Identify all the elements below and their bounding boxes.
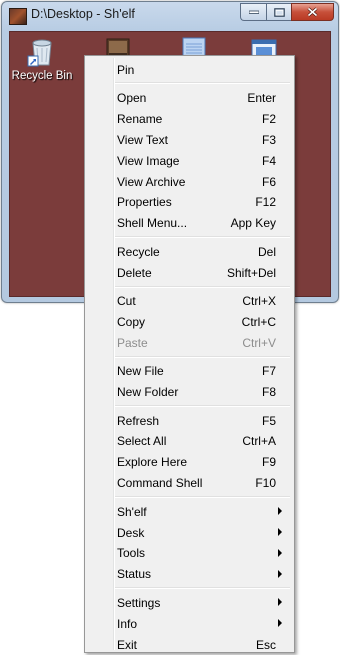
menu-item-rename[interactable]: Rename F2 (87, 108, 292, 129)
menu-item-shell-menu[interactable]: Shell Menu... App Key (87, 213, 292, 234)
submenu-arrow-icon (278, 598, 282, 607)
menu-item-new-file[interactable]: New File F7 (87, 361, 292, 382)
submenu-arrow-icon (278, 569, 282, 578)
title-bar[interactable]: D:\Desktop - Sh'elf (2, 2, 338, 28)
menu-item-shortcut: F4 (261, 153, 276, 168)
menu-item-label: View Image (117, 153, 180, 168)
menu-item-label: Cut (117, 294, 136, 308)
app-icon[interactable] (9, 8, 27, 25)
menu-item-properties[interactable]: Properties F12 (87, 192, 292, 213)
menu-item-shortcut: Ctrl+C (241, 314, 276, 329)
submenu-arrow-icon (278, 548, 282, 557)
menu-item-shortcut: F3 (261, 132, 276, 147)
menu-separator (115, 82, 290, 85)
menu-item-tools[interactable]: Tools (87, 543, 292, 564)
menu-item-label: Copy (117, 314, 146, 329)
menu-item-label: Desk (117, 525, 145, 540)
maximize-button[interactable] (266, 3, 291, 21)
menu-item-shortcut: Ctrl+A (242, 434, 276, 449)
recycle-bin-icon (26, 36, 58, 68)
submenu-arrow-icon (278, 528, 282, 536)
menu-item-desk[interactable]: Desk (87, 522, 292, 543)
context-menu: Pin Open Enter Rename F2 View Text F3 View Imag… (84, 55, 295, 653)
menu-item-label: Rename (117, 111, 163, 126)
window-title: D:\Desktop - Sh'elf (31, 7, 135, 21)
menu-item-label: Explore Here (117, 455, 188, 470)
menu-item-shortcut: F9 (261, 455, 276, 470)
menu-item-shortcut: F5 (261, 413, 276, 428)
menu-item-label: Sh'elf (117, 504, 147, 519)
menu-item-recycle[interactable]: Recycle Del (87, 241, 292, 262)
menu-item-explore-here[interactable]: Explore Here F9 (87, 452, 292, 473)
menu-item-shortcut: Esc (255, 637, 276, 652)
submenu-arrow-icon (278, 619, 282, 628)
menu-item-pin[interactable]: Pin (87, 59, 292, 80)
menu-separator (115, 285, 290, 288)
menu-item-copy[interactable]: Copy Ctrl+C (87, 311, 292, 332)
maximize-icon (273, 7, 285, 17)
menu-separator (115, 236, 290, 239)
menu-item-label: Pin (117, 62, 135, 77)
menu-item-new-folder[interactable]: New Folder F8 (87, 382, 292, 403)
menu-item-shortcut: Enter (247, 90, 276, 105)
menu-item-shortcut: F10 (255, 476, 276, 491)
menu-item-label: Tools (117, 546, 146, 561)
menu-separator (115, 405, 290, 407)
menu-item-shortcut: F7 (261, 364, 276, 379)
menu-item-view-archive[interactable]: View Archive F6 (87, 171, 292, 192)
menu-item-label: Refresh (117, 413, 160, 428)
menu-item-shortcut: Ctrl+X (242, 294, 276, 308)
menu-item-label: Paste (117, 335, 148, 350)
menu-item-shortcut: F6 (261, 174, 276, 189)
menu-item-label: Open (117, 90, 147, 105)
caption-buttons (240, 3, 334, 21)
menu-item-label: Exit (117, 637, 138, 652)
desktop-icon-label: Recycle Bin (11, 70, 73, 82)
submenu-arrow-icon (278, 507, 282, 516)
menu-item-label: View Text (117, 132, 168, 147)
menu-item-delete[interactable]: Delete Shift+Del (87, 262, 292, 283)
menu-separator (115, 355, 290, 358)
menu-item-shortcut: F2 (261, 111, 276, 126)
menu-item-shortcut: Del (257, 244, 276, 259)
minimize-button[interactable] (240, 3, 266, 21)
menu-item-label: Delete (117, 265, 152, 280)
menu-item-view-text[interactable]: View Text F3 (87, 129, 292, 150)
menu-item-shortcut: F12 (255, 195, 276, 210)
menu-item-label: New File (117, 364, 164, 379)
menu-item-shortcut: App Key (230, 216, 276, 231)
menu-item-label: Select All (117, 434, 167, 449)
menu-item-sh-elf[interactable]: Sh'elf (87, 501, 292, 522)
close-button[interactable] (291, 3, 334, 21)
menu-item-view-image[interactable]: View Image F4 (87, 150, 292, 171)
menu-separator (115, 587, 290, 590)
menu-item-status[interactable]: Status (87, 564, 292, 585)
menu-item-label: Info (117, 616, 138, 631)
menu-item-info[interactable]: Info (87, 613, 292, 634)
menu-separator (115, 496, 290, 499)
menu-item-label: Shell Menu... (117, 216, 188, 231)
menu-item-label: Status (117, 567, 152, 582)
menu-item-label: Recycle (117, 244, 160, 259)
minimize-icon (248, 10, 259, 14)
menu-item-select-all[interactable]: Select All Ctrl+A (87, 431, 292, 452)
menu-item-label: View Archive (117, 174, 186, 189)
menu-item-label: Properties (117, 195, 172, 210)
menu-item-shortcut: F8 (261, 385, 276, 400)
menu-item-shortcut: Ctrl+V (242, 335, 276, 350)
menu-item-exit[interactable]: Exit Esc (87, 634, 292, 655)
menu-item-refresh[interactable]: Refresh F5 (87, 410, 292, 431)
menu-item-label: Settings (117, 595, 161, 610)
menu-item-cut[interactable]: Cut Ctrl+X (87, 291, 292, 312)
menu-item-settings[interactable]: Settings (87, 592, 292, 613)
menu-item-label: Command Shell (117, 476, 203, 491)
menu-item-paste[interactable]: Paste Ctrl+V (87, 332, 292, 353)
menu-item-open[interactable]: Open Enter (87, 87, 292, 108)
close-icon (307, 7, 318, 17)
desktop-icon-recycle-bin[interactable]: Recycle Bin (10, 36, 74, 82)
menu-item-label: New Folder (117, 385, 179, 400)
menu-item-shortcut: Shift+Del (226, 265, 276, 280)
menu-item-command-shell[interactable]: Command Shell F10 (87, 473, 292, 494)
